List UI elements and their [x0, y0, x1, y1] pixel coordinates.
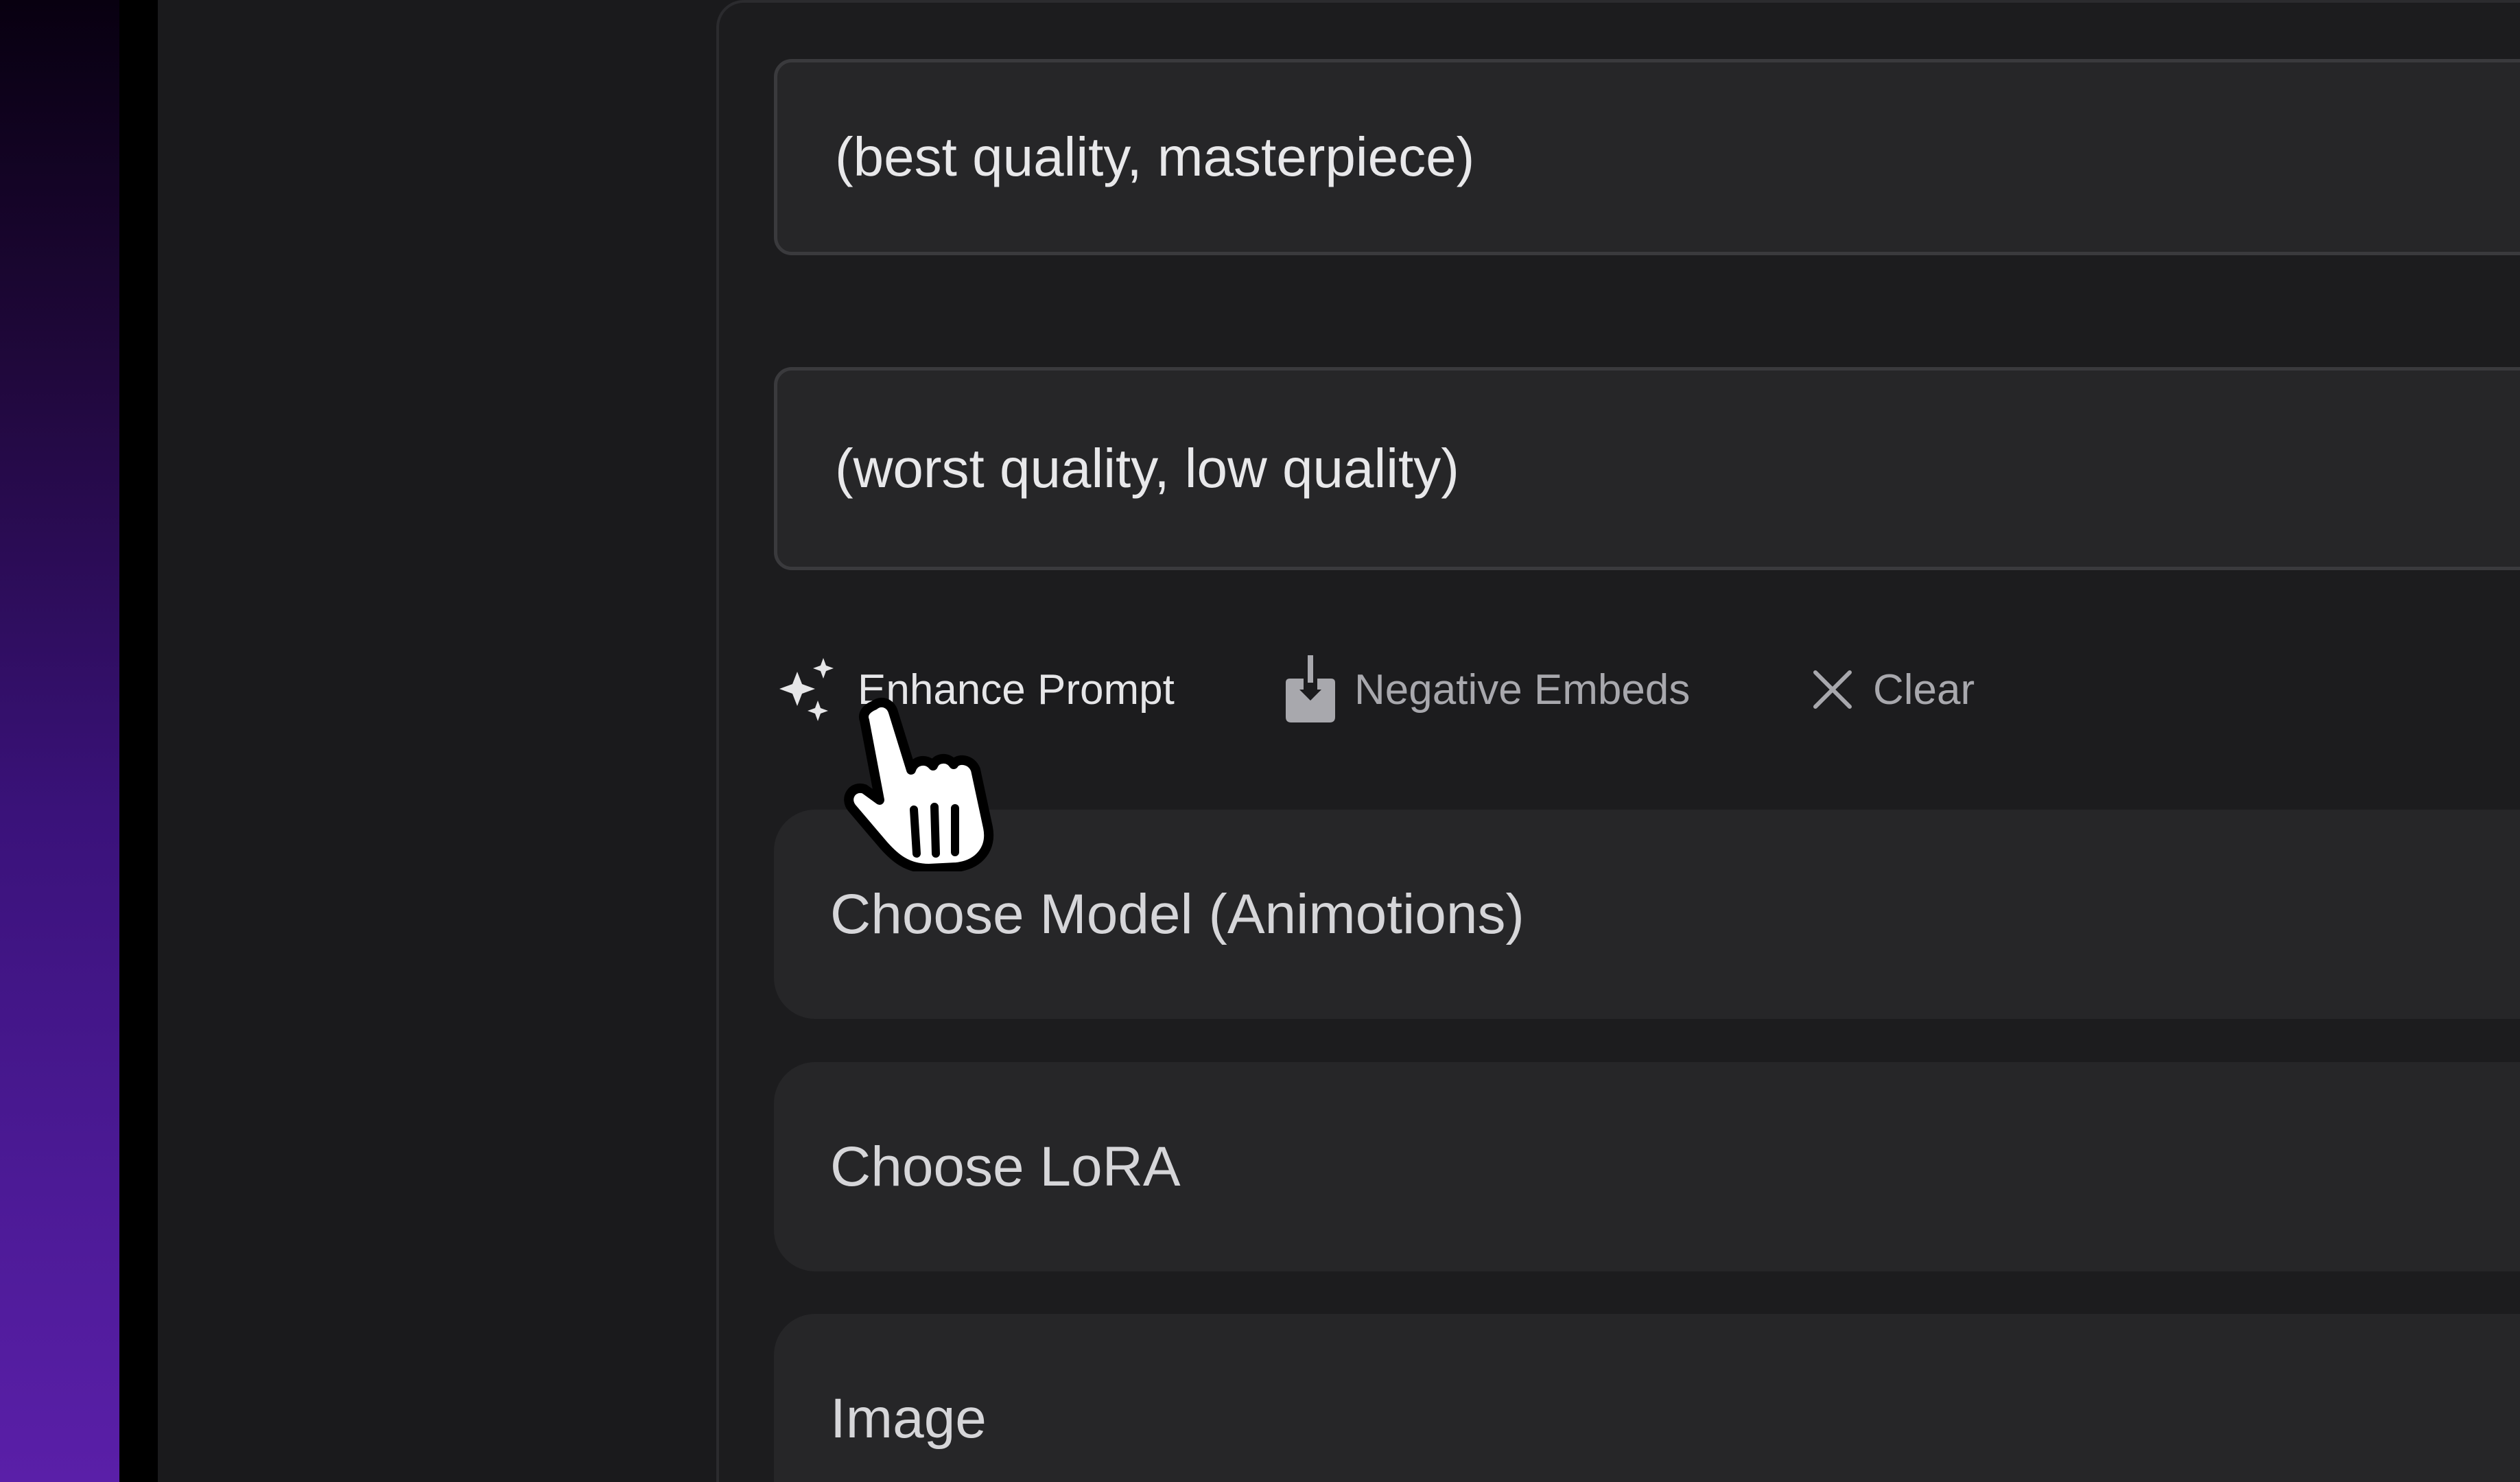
enhance-prompt-label: Enhance Prompt — [858, 666, 1175, 714]
negative-embeds-button[interactable]: Negative Embeds — [1284, 652, 1690, 727]
image-input-section[interactable]: Image — [774, 1314, 2520, 1482]
choose-model-label: Choose Model (Animotions) — [830, 882, 1524, 945]
negative-prompt-text: (worst quality, low quality) — [835, 438, 1459, 499]
positive-prompt-field[interactable]: (best quality, masterpiece) — [774, 59, 2520, 255]
window-border — [119, 0, 158, 1482]
left-gutter — [158, 0, 717, 1482]
choose-model-selector[interactable]: Choose Model (Animotions) — [774, 810, 2520, 1019]
enhance-prompt-button[interactable]: Enhance Prompt — [774, 652, 1175, 727]
image-section-label: Image — [830, 1387, 987, 1450]
clear-label: Clear — [1873, 666, 1975, 714]
negative-embeds-label: Negative Embeds — [1354, 666, 1691, 714]
positive-prompt-text: (best quality, masterpiece) — [835, 126, 1475, 187]
negative-prompt-field[interactable]: (worst quality, low quality) — [774, 367, 2520, 570]
clear-button[interactable]: Clear — [1810, 652, 1975, 727]
choose-lora-label: Choose LoRA — [830, 1135, 1181, 1198]
choose-lora-selector[interactable]: Choose LoRA — [774, 1062, 2520, 1271]
close-icon — [1810, 667, 1855, 712]
sparkles-icon — [774, 657, 840, 722]
download-icon — [1284, 655, 1336, 724]
desktop-background-edge — [0, 0, 119, 1482]
app-screen: (best quality, masterpiece) (worst quali… — [0, 0, 2520, 1482]
